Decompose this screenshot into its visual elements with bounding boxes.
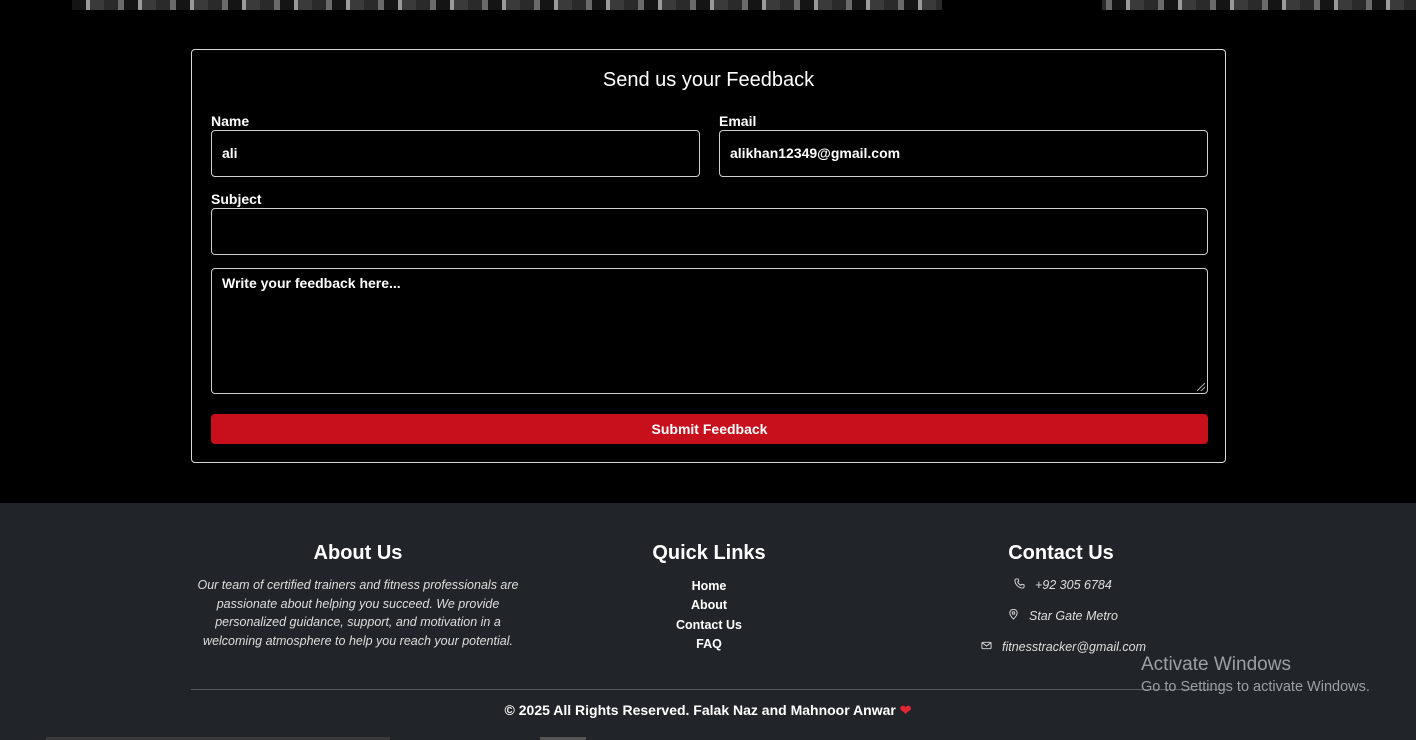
feedback-form: Send us your Feedback Name ali Email ali… <box>191 49 1226 463</box>
activate-windows-title: Activate Windows <box>1141 654 1291 675</box>
activate-windows-subtitle: Go to Settings to activate Windows. <box>1141 679 1370 695</box>
subject-field[interactable] <box>211 208 1208 255</box>
name-field[interactable]: ali <box>211 130 700 177</box>
activate-windows-watermark: Activate Windows Go to Settings to activ… <box>1141 654 1370 698</box>
footer-link-contact[interactable]: Contact Us <box>600 618 818 632</box>
copyright: © 2025 All Rights Reserved. Falak Naz an… <box>0 702 1416 719</box>
feedback-textarea[interactable]: Write your feedback here... <box>211 268 1208 394</box>
submit-feedback-button[interactable]: Submit Feedback <box>211 414 1208 444</box>
location-pin-icon <box>1008 608 1019 623</box>
about-title: About Us <box>313 542 403 564</box>
contact-phone-text: +92 305 6784 <box>1035 578 1112 592</box>
footer-link-about[interactable]: About <box>600 598 818 612</box>
email-field[interactable]: alikhan12349@gmail.com <box>719 130 1208 177</box>
contact-address: Star Gate Metro <box>1008 608 1118 623</box>
contact-email-text[interactable]: fitnesstracker@gmail.com <box>1002 640 1146 654</box>
footer-link-faq[interactable]: FAQ <box>600 637 818 651</box>
feedback-placeholder: Write your feedback here... <box>222 275 401 291</box>
site-footer: About Us Our team of certified trainers … <box>0 503 1416 740</box>
contact-title: Contact Us <box>1008 542 1114 564</box>
contact-address-text: Star Gate Metro <box>1029 609 1118 623</box>
hero-image-strip <box>0 0 1416 10</box>
feedback-title: Send us your Feedback <box>602 69 815 91</box>
subject-label: Subject <box>211 191 262 207</box>
copyright-text: © 2025 All Rights Reserved. Falak Naz an… <box>504 702 896 718</box>
name-label: Name <box>211 113 250 129</box>
phone-icon <box>1014 578 1025 592</box>
about-text: Our team of certified trainers and fitne… <box>197 578 519 648</box>
email-label: Email <box>719 113 757 129</box>
contact-phone: +92 305 6784 <box>1014 578 1112 592</box>
footer-divider <box>191 689 1226 690</box>
footer-link-home[interactable]: Home <box>600 579 818 593</box>
resize-handle-icon[interactable] <box>1197 383 1205 391</box>
heart-icon: ❤ <box>899 702 912 718</box>
quick-links-title: Quick Links <box>652 542 766 564</box>
envelope-icon <box>981 640 992 654</box>
contact-email: fitnesstracker@gmail.com <box>981 640 1146 654</box>
